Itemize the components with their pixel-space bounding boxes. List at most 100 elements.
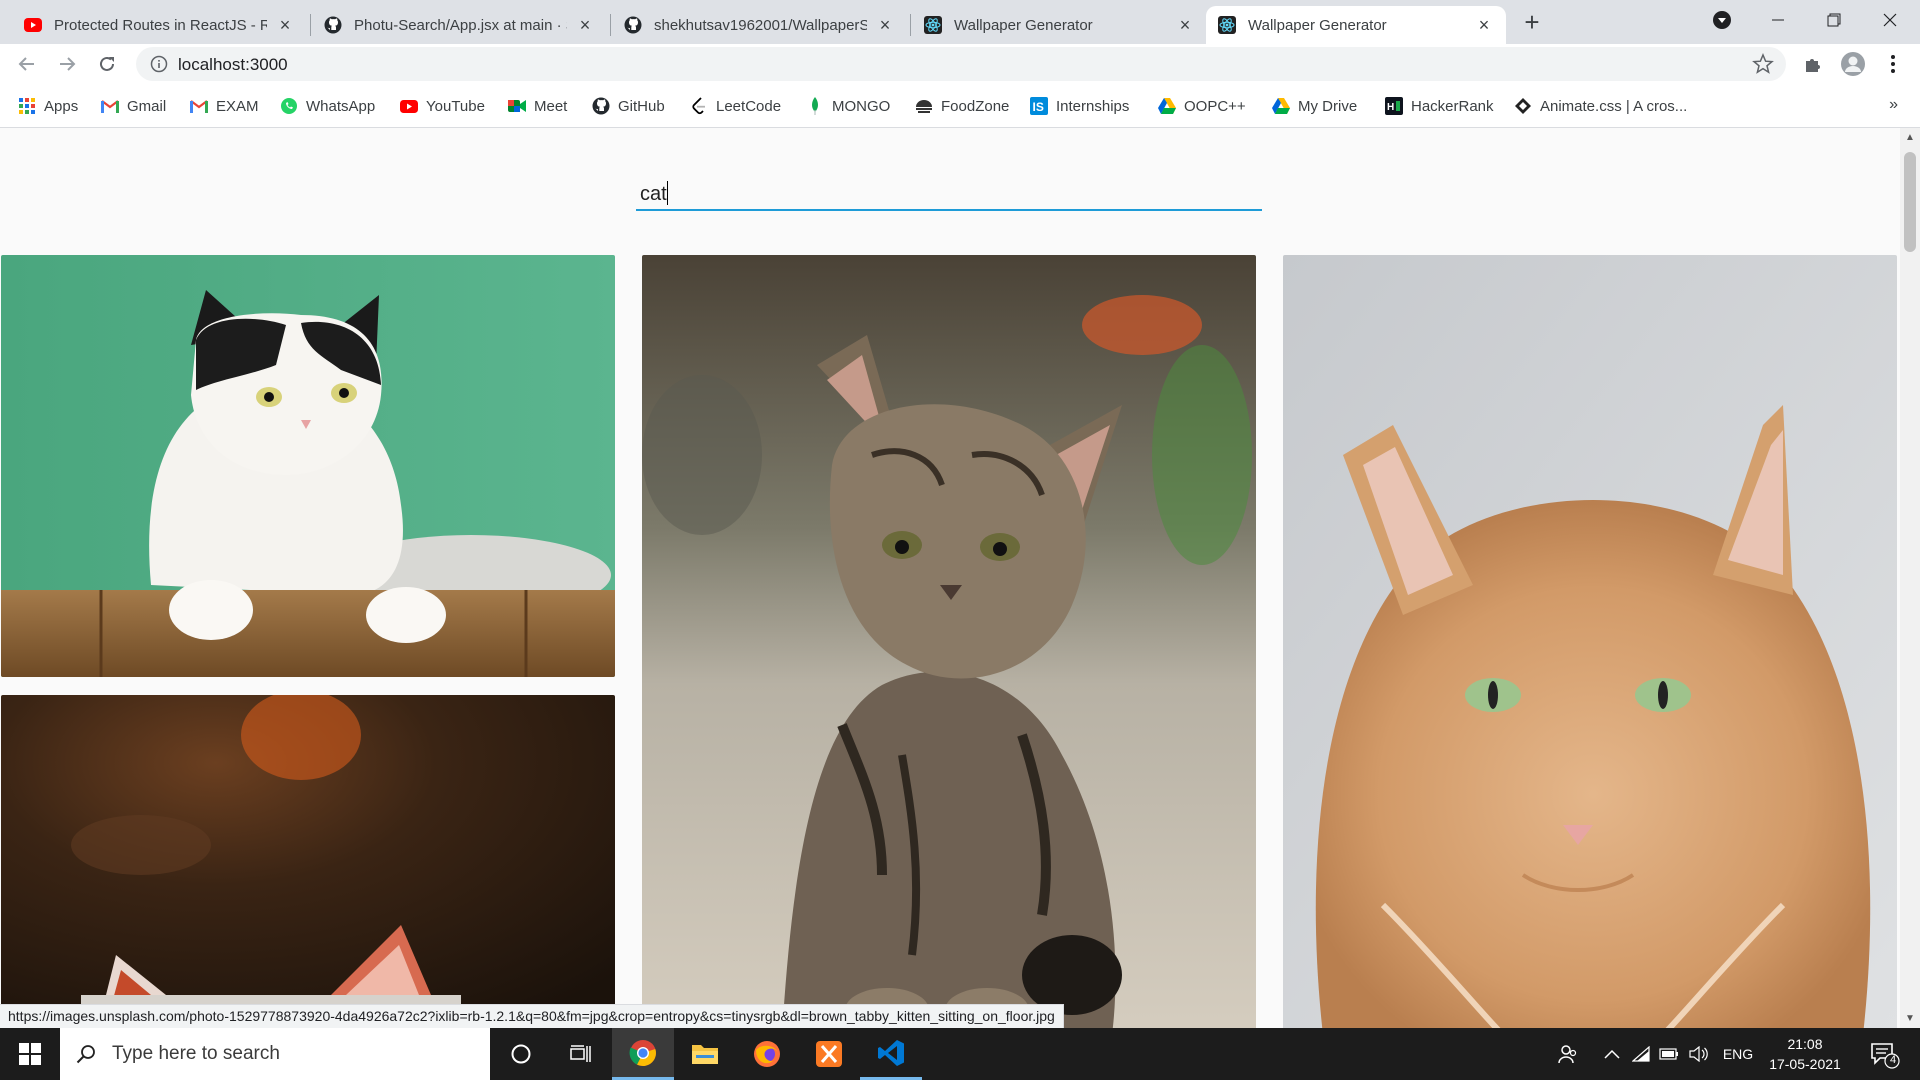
bookmarks-overflow-button[interactable]: »: [1889, 96, 1898, 114]
back-button[interactable]: [13, 50, 41, 78]
bookmark-star-icon[interactable]: [1752, 53, 1774, 80]
bookmark-label: YouTube: [426, 97, 485, 115]
apps-grid-icon: [18, 97, 36, 115]
profile-avatar[interactable]: [1839, 50, 1867, 78]
scroll-down-icon[interactable]: ▼: [1905, 1013, 1915, 1024]
tab-wallpaper-generator-1[interactable]: Wallpaper Generator ×: [912, 6, 1207, 44]
battery-button[interactable]: [1656, 1028, 1682, 1080]
avatar-icon: [1841, 52, 1865, 76]
people-button[interactable]: [1550, 1028, 1586, 1080]
task-view-button[interactable]: [550, 1028, 612, 1080]
scroll-up-icon[interactable]: ▲: [1905, 132, 1915, 143]
network-button[interactable]: [1628, 1028, 1654, 1080]
taskbar-clock[interactable]: 21:08 17-05-2021: [1760, 1034, 1850, 1074]
bookmark-mongo[interactable]: MONGO: [806, 95, 890, 117]
taskbar-search-box[interactable]: Type here to search: [60, 1028, 490, 1080]
arrow-left-icon: [18, 57, 34, 71]
reload-icon: [100, 56, 114, 71]
close-icon[interactable]: ×: [875, 15, 895, 35]
cortana-button[interactable]: [490, 1028, 552, 1080]
close-icon[interactable]: ×: [1175, 15, 1195, 35]
show-hidden-icons-button[interactable]: [1598, 1028, 1626, 1080]
wifi-icon: [1632, 1046, 1650, 1062]
taskbar-chrome[interactable]: [612, 1028, 674, 1080]
bookmark-hackerrank[interactable]: H HackerRank: [1385, 95, 1494, 117]
bookmark-my-drive[interactable]: My Drive: [1272, 95, 1357, 117]
forward-button[interactable]: [53, 50, 81, 78]
image-card-ginger-cat[interactable]: [1283, 255, 1897, 1028]
calico-cat-photo: [1, 695, 615, 1028]
taskbar-firefox[interactable]: [736, 1028, 798, 1080]
tab-separator: [910, 14, 911, 36]
windows-logo-icon: [19, 1043, 41, 1065]
cat-photo: [1, 255, 615, 677]
bookmark-youtube[interactable]: YouTube: [400, 95, 485, 117]
task-view-icon: [570, 1045, 591, 1062]
github-icon: [624, 16, 642, 34]
bookmark-apps[interactable]: Apps: [18, 95, 78, 117]
drive-icon: [1158, 97, 1176, 115]
info-icon[interactable]: [150, 55, 168, 78]
address-url[interactable]: localhost:3000: [178, 55, 288, 75]
bookmark-foodzone[interactable]: FoodZone: [915, 95, 1009, 117]
browser-menu-button[interactable]: [1879, 50, 1907, 78]
scrollbar-thumb[interactable]: [1904, 152, 1916, 252]
restore-button[interactable]: [1806, 0, 1862, 40]
text-caret: [667, 181, 668, 205]
minimize-button[interactable]: [1750, 0, 1806, 40]
tab-photu-search[interactable]: Photu-Search/App.jsx at main · Sh ×: [312, 6, 607, 44]
bookmark-label: WhatsApp: [306, 97, 376, 115]
tab-protected-routes[interactable]: Protected Routes in ReactJS - Re ×: [12, 6, 307, 44]
image-card-calico[interactable]: [1, 695, 615, 1028]
search-input-value[interactable]: cat: [640, 183, 667, 206]
bookmark-animate-css[interactable]: Animate.css | A cros...: [1514, 95, 1687, 117]
foodzone-icon: [915, 97, 933, 115]
tab-strip: Protected Routes in ReactJS - Re × Photu…: [0, 0, 1920, 44]
language-indicator[interactable]: ENG: [1716, 1028, 1760, 1080]
windows-taskbar: Type here to search ENG 21:08 17-05-2021: [0, 1028, 1920, 1080]
bookmark-label: EXAM: [216, 97, 259, 115]
bookmark-exam[interactable]: EXAM: [190, 95, 259, 117]
bookmark-label: HackerRank: [1411, 97, 1494, 115]
svg-text:IS: IS: [1033, 100, 1044, 114]
taskbar-vscode[interactable]: [860, 1028, 922, 1080]
address-bar[interactable]: localhost:3000: [136, 47, 1786, 81]
extensions-button[interactable]: [1799, 50, 1827, 78]
tab-wallpaper-repo[interactable]: shekhutsav1962001/WallpaperSe ×: [612, 6, 907, 44]
volume-button[interactable]: [1686, 1028, 1712, 1080]
link-status-bar: https://images.unsplash.com/photo-152977…: [0, 1004, 1064, 1028]
page-scrollbar[interactable]: ▲ ▼: [1900, 128, 1920, 1028]
chevron-down-icon: [1713, 11, 1731, 29]
bookmark-gmail[interactable]: Gmail: [101, 95, 166, 117]
tab-title: Wallpaper Generator: [954, 16, 1093, 34]
taskbar-file-explorer[interactable]: [674, 1028, 736, 1080]
image-card-cat[interactable]: [1, 255, 615, 677]
reload-button[interactable]: [93, 50, 121, 78]
react-icon: [1218, 16, 1236, 34]
bookmark-label: FoodZone: [941, 97, 1010, 115]
tab-wallpaper-generator-active[interactable]: Wallpaper Generator ×: [1206, 6, 1506, 44]
chevron-up-icon: [1604, 1049, 1620, 1059]
search-input[interactable]: cat: [636, 175, 1262, 211]
bookmark-internships[interactable]: IS Internships: [1030, 95, 1129, 117]
close-icon[interactable]: ×: [575, 15, 595, 35]
page-content: cat: [0, 128, 1900, 1028]
action-center-button[interactable]: 4: [1868, 1038, 1900, 1070]
close-icon[interactable]: ×: [275, 15, 295, 35]
youtube-icon: [400, 97, 418, 115]
bookmark-leetcode[interactable]: LeetCode: [690, 95, 781, 117]
image-card-kitten[interactable]: [642, 255, 1256, 1028]
bookmark-github[interactable]: GitHub: [592, 95, 665, 117]
internshala-icon: IS: [1030, 97, 1048, 115]
bookmark-oopc[interactable]: OOPC++: [1158, 95, 1246, 117]
kitten-photo: [642, 255, 1256, 1028]
tab-search-button[interactable]: [1694, 0, 1750, 40]
taskbar-xampp[interactable]: [798, 1028, 860, 1080]
close-window-button[interactable]: [1862, 0, 1918, 40]
start-button[interactable]: [0, 1028, 60, 1080]
bookmark-whatsapp[interactable]: WhatsApp: [280, 95, 375, 117]
new-tab-button[interactable]: +: [1518, 9, 1546, 37]
speaker-icon: [1689, 1046, 1708, 1062]
bookmark-meet[interactable]: Meet: [508, 95, 567, 117]
close-icon[interactable]: ×: [1474, 15, 1494, 35]
